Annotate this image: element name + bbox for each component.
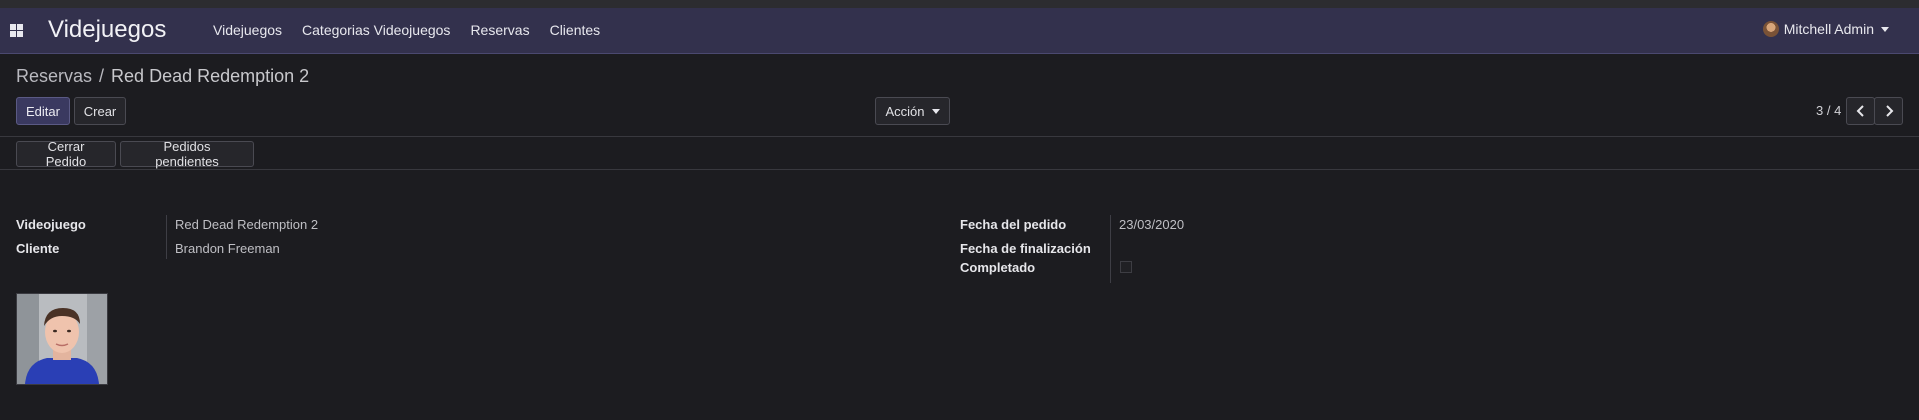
main-navbar: Videjuegos Videjuegos Categorias Videoju… [0, 8, 1919, 54]
pager-next-button[interactable] [1874, 97, 1903, 125]
chevron-left-icon [1856, 105, 1864, 117]
chevron-right-icon [1885, 105, 1893, 117]
edit-button[interactable]: Editar [16, 97, 70, 125]
menu-item-clientes[interactable]: Clientes [550, 22, 601, 38]
pager-prev-button[interactable] [1846, 97, 1875, 125]
close-order-button[interactable]: Cerrar Pedido [16, 139, 116, 169]
client-photo-image [17, 294, 107, 384]
completado-label: Completado [960, 260, 1036, 275]
create-button[interactable]: Crear [74, 97, 126, 125]
apps-grid-icon[interactable] [10, 24, 23, 37]
left-group-separator [166, 215, 167, 259]
caret-down-icon [931, 108, 940, 114]
videojuego-value[interactable]: Red Dead Redemption 2 [175, 217, 318, 232]
cliente-value[interactable]: Brandon Freeman [175, 241, 280, 256]
cliente-label: Cliente [16, 241, 60, 256]
pending-orders-button[interactable]: Pedidos pendientes [120, 139, 254, 169]
menu-item-reservas[interactable]: Reservas [470, 22, 529, 38]
action-label: Acción [885, 103, 925, 119]
menu-item-videojuegos[interactable]: Videjuegos [213, 22, 282, 38]
user-menu[interactable]: Mitchell Admin [1762, 21, 1889, 37]
menu-item-categorias[interactable]: Categorias Videojuegos [302, 22, 450, 38]
fecha-finalizacion-label: Fecha de finalización [960, 241, 1091, 256]
completado-checkbox[interactable] [1120, 261, 1132, 273]
client-photo [16, 293, 108, 385]
fecha-pedido-value[interactable]: 23/03/2020 [1119, 217, 1184, 232]
right-group-separator [1110, 215, 1111, 283]
videojuego-label: Videojuego [16, 217, 86, 232]
breadcrumb-current: Red Dead Redemption 2 [111, 66, 310, 86]
statusbar-divider [0, 169, 1919, 170]
fecha-pedido-label: Fecha del pedido [960, 217, 1067, 232]
breadcrumb: Reservas / Red Dead Redemption 2 [16, 66, 309, 87]
user-name: Mitchell Admin [1783, 21, 1874, 37]
app-title: Videjuegos [48, 16, 167, 43]
breadcrumb-parent[interactable]: Reservas [16, 66, 92, 86]
top-strip [0, 0, 1919, 8]
caret-down-icon [1881, 26, 1889, 32]
avatar [1762, 21, 1779, 37]
action-dropdown[interactable]: Acción [875, 97, 950, 125]
breadcrumb-separator: / [99, 66, 105, 86]
pager-value[interactable]: 3 / 4 [1816, 103, 1841, 118]
toolbar-divider [0, 136, 1919, 137]
top-menu: Videjuegos Categorias Videojuegos Reserv… [213, 22, 620, 38]
